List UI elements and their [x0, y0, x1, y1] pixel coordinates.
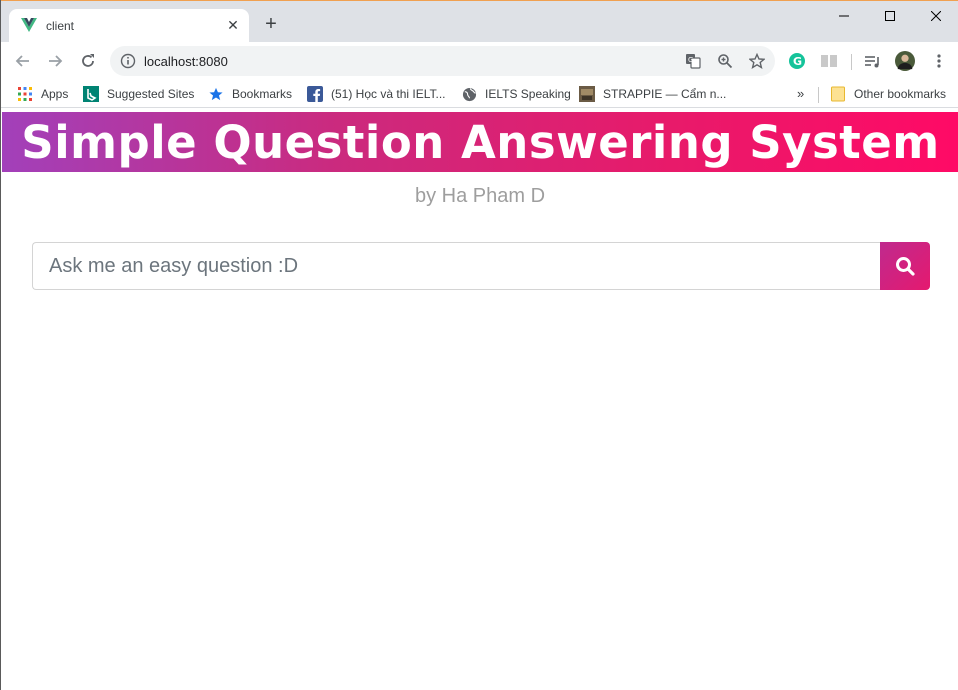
search-bar — [32, 242, 930, 290]
bookmark-label: Suggested Sites — [107, 87, 195, 101]
bookmark-suggested-sites[interactable]: Suggested Sites — [83, 85, 194, 103]
browser-tab[interactable]: client ✕ — [9, 9, 249, 43]
url-text[interactable]: localhost:8080 — [144, 54, 228, 69]
svg-text:G: G — [793, 55, 802, 68]
tab-title: client — [46, 19, 75, 33]
thumbnail-icon — [579, 86, 595, 102]
star-icon — [208, 86, 224, 102]
translate-icon[interactable]: G — [684, 52, 702, 70]
search-icon — [896, 257, 915, 276]
info-icon[interactable] — [120, 53, 136, 69]
bookmark-strappie[interactable]: STRAPPIE — Cẩm n... — [579, 85, 726, 103]
kebab-menu-icon[interactable] — [929, 51, 949, 71]
arrow-right-icon — [49, 55, 63, 67]
folder-icon — [830, 86, 846, 102]
browser-titlebar: client ✕ + — [1, 0, 958, 43]
reload-button[interactable] — [76, 49, 100, 73]
search-button[interactable] — [880, 242, 930, 290]
toolbar-divider — [851, 54, 852, 70]
profile-avatar-icon[interactable] — [895, 51, 915, 71]
browser-toolbar: localhost:8080 G G — [1, 42, 958, 80]
close-icon — [931, 11, 941, 21]
back-button[interactable] — [11, 49, 35, 73]
bookmark-star-icon[interactable] — [748, 52, 766, 70]
reload-icon — [82, 54, 94, 67]
reader-icon[interactable] — [819, 51, 839, 71]
bookmark-apps[interactable]: Apps — [17, 85, 68, 103]
bookmark-ielts-speaking[interactable]: IELTS Speaking — [461, 85, 571, 103]
bing-icon — [83, 86, 99, 102]
bookmark-label: Apps — [41, 87, 69, 101]
svg-text:G: G — [688, 56, 693, 64]
minimize-icon — [839, 15, 849, 17]
question-input[interactable] — [32, 242, 881, 290]
arrow-left-icon — [15, 55, 29, 67]
page-title: Simple Question Answering System — [21, 116, 940, 169]
forward-button[interactable] — [43, 49, 67, 73]
bookmark-ielts-facebook[interactable]: (51) Học và thi IELT... — [307, 85, 446, 103]
tab-close-icon[interactable]: ✕ — [225, 17, 241, 33]
media-playlist-icon[interactable] — [863, 51, 883, 71]
new-tab-button[interactable]: + — [260, 14, 282, 36]
globe-icon — [461, 86, 477, 102]
vue-icon — [21, 18, 37, 32]
other-bookmarks[interactable]: Other bookmarks — [830, 85, 946, 103]
other-bookmarks-label: Other bookmarks — [854, 87, 947, 101]
close-window-button[interactable] — [913, 1, 958, 31]
apps-grid-icon — [17, 86, 33, 102]
maximize-button[interactable] — [867, 1, 913, 31]
bookmark-label: Bookmarks — [232, 87, 293, 101]
bookmarks-bar: Apps Suggested Sites Bookmarks (51) Học … — [1, 80, 958, 108]
hero-banner: Simple Question Answering System — [2, 112, 958, 172]
address-bar[interactable]: localhost:8080 G — [110, 46, 775, 76]
minimize-button[interactable] — [821, 1, 867, 31]
author-byline: by Ha Pham D — [414, 185, 546, 207]
bookmark-bookmarks[interactable]: Bookmarks — [208, 85, 292, 103]
bookmarks-divider — [818, 87, 819, 103]
facebook-icon — [307, 86, 323, 102]
maximize-icon — [885, 11, 895, 21]
more-bookmarks-icon[interactable]: » — [797, 86, 804, 101]
bookmark-label: STRAPPIE — Cẩm n... — [603, 87, 727, 101]
grammarly-icon[interactable]: G — [787, 51, 807, 71]
bookmark-label: (51) Học và thi IELT... — [331, 87, 446, 101]
zoom-icon[interactable] — [716, 52, 734, 70]
bookmark-label: IELTS Speaking — [485, 87, 571, 101]
